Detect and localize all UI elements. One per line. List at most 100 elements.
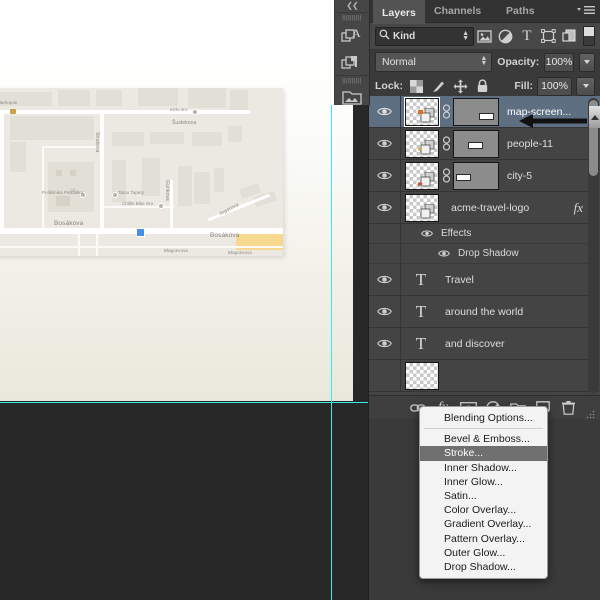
- table-row[interactable]: [369, 360, 600, 392]
- collapsed-panel-dock[interactable]: ❮❮ |||||||||| A ||||||||||: [334, 0, 370, 105]
- layer-visibility-toggle[interactable]: [369, 360, 401, 391]
- table-row[interactable]: city-5: [369, 160, 600, 192]
- tab-layers[interactable]: Layers: [373, 0, 425, 24]
- menu-item-pattern-overlay[interactable]: Pattern Overlay...: [420, 532, 547, 546]
- vertical-guide[interactable]: [331, 105, 332, 600]
- link-icon[interactable]: [439, 168, 453, 183]
- link-icon[interactable]: [439, 104, 453, 119]
- table-row[interactable]: T Travel: [369, 264, 600, 296]
- map-screenshot-image: rce Harlequin eGlu sro Šustekova Strakov…: [0, 88, 283, 256]
- layer-list[interactable]: map-screen... people-11 city-5 acme-trav…: [369, 96, 600, 395]
- table-row[interactable]: people-11: [369, 128, 600, 160]
- layer-thumbnail[interactable]: [405, 193, 439, 222]
- menu-item-drop-shadow[interactable]: Drop Shadow...: [420, 560, 547, 574]
- kind-filter-label: Kind: [393, 30, 416, 42]
- table-row[interactable]: T and discover: [369, 328, 600, 360]
- link-icon[interactable]: [439, 136, 453, 151]
- layer-effect-item[interactable]: Drop Shadow: [369, 244, 600, 264]
- opacity-dropdown-button[interactable]: [578, 52, 596, 72]
- panel-resize-grip[interactable]: [581, 396, 597, 421]
- layer-name[interactable]: people-11: [507, 138, 553, 150]
- filter-type-icon[interactable]: T: [516, 25, 537, 47]
- menu-item-blending-options[interactable]: Blending Options...: [420, 411, 547, 425]
- layer-visibility-toggle[interactable]: [369, 192, 401, 223]
- layer-name[interactable]: Travel: [445, 274, 474, 286]
- menu-item-gradient-overlay[interactable]: Gradient Overlay...: [420, 517, 547, 531]
- lock-all-icon[interactable]: [473, 77, 491, 95]
- layer-mask-thumbnail[interactable]: [453, 97, 499, 126]
- filter-toggle-switch[interactable]: [582, 26, 595, 46]
- panel-tab-bar[interactable]: Layers Channels Paths: [369, 0, 600, 24]
- horizontal-guide[interactable]: [0, 402, 368, 403]
- map-label: Gurikova: [164, 180, 170, 201]
- map-label: Chillis Bike Sro: [122, 201, 154, 206]
- menu-item-inner-glow[interactable]: Inner Glow...: [420, 475, 547, 489]
- delete-layer-button[interactable]: [556, 397, 580, 420]
- scroll-up-button[interactable]: [589, 106, 600, 128]
- menu-item-stroke[interactable]: Stroke...: [420, 446, 547, 461]
- layer-name[interactable]: and discover: [445, 338, 505, 350]
- blend-stepper-icon[interactable]: ▲ ▼: [480, 55, 487, 67]
- panel-menu-icon[interactable]: [575, 4, 597, 17]
- map-label: Bosákova: [210, 232, 240, 239]
- layer-list-scrollbar[interactable]: [588, 98, 599, 393]
- layer-effects-group[interactable]: Effects: [369, 224, 600, 244]
- layer-name[interactable]: acme-travel-logo: [451, 202, 529, 214]
- blend-options-row[interactable]: Normal ▲ ▼ Opacity: 100%: [369, 50, 600, 74]
- character-panel-icon[interactable]: A: [335, 21, 369, 48]
- filter-smartobject-icon[interactable]: [559, 25, 580, 47]
- menu-item-bevel-emboss[interactable]: Bevel & Emboss...: [420, 432, 547, 446]
- layer-visibility-toggle[interactable]: [369, 264, 401, 295]
- document-canvas[interactable]: rce Harlequin eGlu sro Šustekova Strakov…: [0, 0, 368, 403]
- lock-transparency-icon[interactable]: [407, 77, 425, 95]
- tab-paths[interactable]: Paths: [497, 0, 544, 22]
- layer-thumbnail[interactable]: [404, 96, 440, 127]
- menu-item-satin[interactable]: Satin...: [420, 489, 547, 503]
- table-row[interactable]: T around the world: [369, 296, 600, 328]
- dock-collapse-icon[interactable]: ❮❮: [335, 0, 369, 12]
- fill-dropdown-button[interactable]: [576, 76, 595, 96]
- layer-style-context-menu[interactable]: Blending Options... Bevel & Emboss... St…: [419, 406, 548, 580]
- opacity-input[interactable]: 100%: [544, 52, 574, 72]
- layer-thumbnail[interactable]: [405, 361, 439, 390]
- fill-label: Fill:: [514, 80, 533, 92]
- layer-mask-thumbnail[interactable]: [453, 161, 499, 190]
- layer-fx-badge[interactable]: fx: [574, 200, 583, 216]
- effect-visibility-toggle[interactable]: [436, 249, 452, 258]
- layer-name[interactable]: city-5: [507, 170, 532, 182]
- map-label: Tatoo Tapety: [118, 190, 145, 195]
- mini-bridge-icon[interactable]: [335, 84, 369, 111]
- kind-stepper-icon[interactable]: ▲ ▼: [462, 30, 469, 42]
- menu-item-outer-glow[interactable]: Outer Glow...: [420, 546, 547, 560]
- effects-visibility-toggle[interactable]: [419, 229, 435, 238]
- kind-filter-select[interactable]: Kind ▲ ▼: [375, 26, 475, 46]
- paragraph-panel-icon[interactable]: [335, 48, 369, 75]
- menu-item-inner-shadow[interactable]: Inner Shadow...: [420, 461, 547, 475]
- fill-input[interactable]: 100%: [537, 76, 572, 96]
- layer-visibility-toggle[interactable]: [369, 128, 401, 159]
- filter-pixel-icon[interactable]: [474, 25, 495, 47]
- lock-position-icon[interactable]: [451, 77, 469, 95]
- layer-thumbnail[interactable]: [405, 129, 439, 158]
- pointer-arrow-annotation: [519, 114, 587, 128]
- menu-item-color-overlay[interactable]: Color Overlay...: [420, 503, 547, 517]
- tab-channels[interactable]: Channels: [425, 0, 490, 22]
- layer-name[interactable]: around the world: [445, 306, 523, 318]
- canvas-workspace[interactable]: rce Harlequin eGlu sro Šustekova Strakov…: [0, 0, 368, 600]
- lock-label: Lock:: [375, 80, 404, 92]
- map-label: Bosákova: [54, 220, 84, 227]
- filter-shape-icon[interactable]: [538, 25, 559, 47]
- blend-mode-select[interactable]: Normal ▲ ▼: [375, 52, 493, 72]
- filter-adjustment-icon[interactable]: [495, 25, 516, 47]
- opacity-label: Opacity:: [497, 56, 540, 68]
- layer-visibility-toggle[interactable]: [369, 96, 401, 127]
- layer-visibility-toggle[interactable]: [369, 296, 401, 327]
- layer-visibility-toggle[interactable]: [369, 160, 401, 191]
- layer-thumbnail[interactable]: [405, 161, 439, 190]
- layer-mask-thumbnail[interactable]: [453, 129, 499, 158]
- layer-visibility-toggle[interactable]: [369, 328, 401, 359]
- table-row[interactable]: acme-travel-logo fx: [369, 192, 600, 224]
- layer-filter-row[interactable]: Kind ▲ ▼ T: [369, 23, 600, 50]
- type-layer-icon: T: [415, 301, 427, 321]
- lock-image-icon[interactable]: [429, 77, 447, 95]
